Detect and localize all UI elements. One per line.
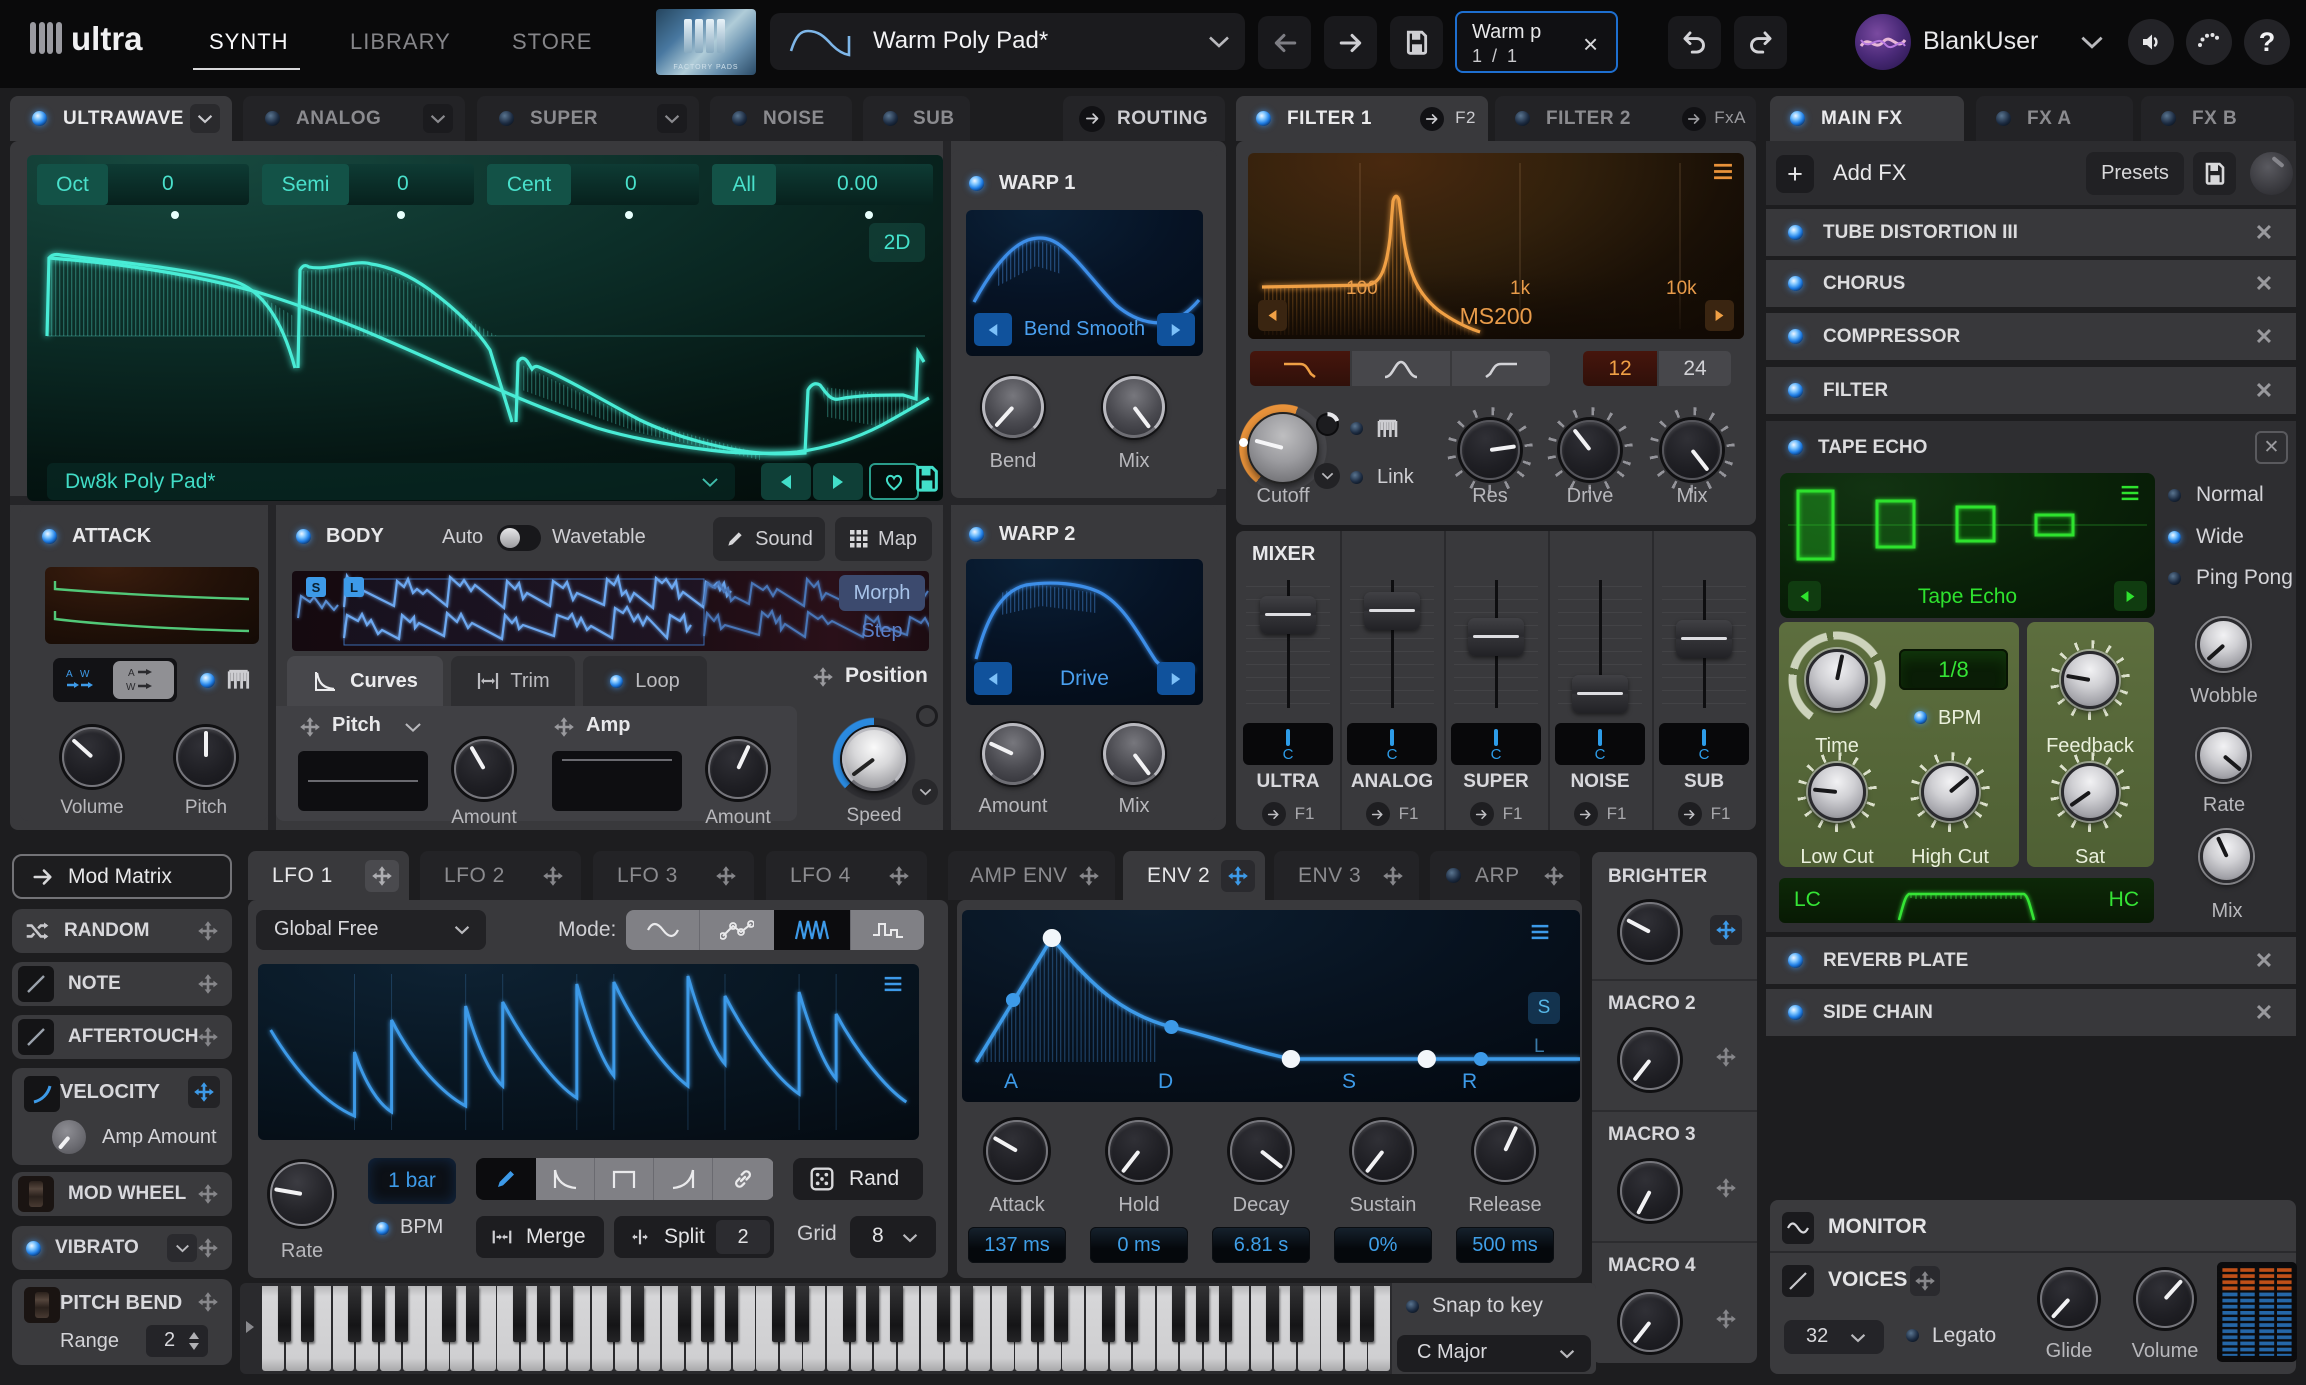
svg-text:A: A <box>66 669 73 680</box>
svg-text:A: A <box>128 668 135 679</box>
svg-text:W: W <box>126 682 136 693</box>
svg-text:W: W <box>80 669 90 680</box>
